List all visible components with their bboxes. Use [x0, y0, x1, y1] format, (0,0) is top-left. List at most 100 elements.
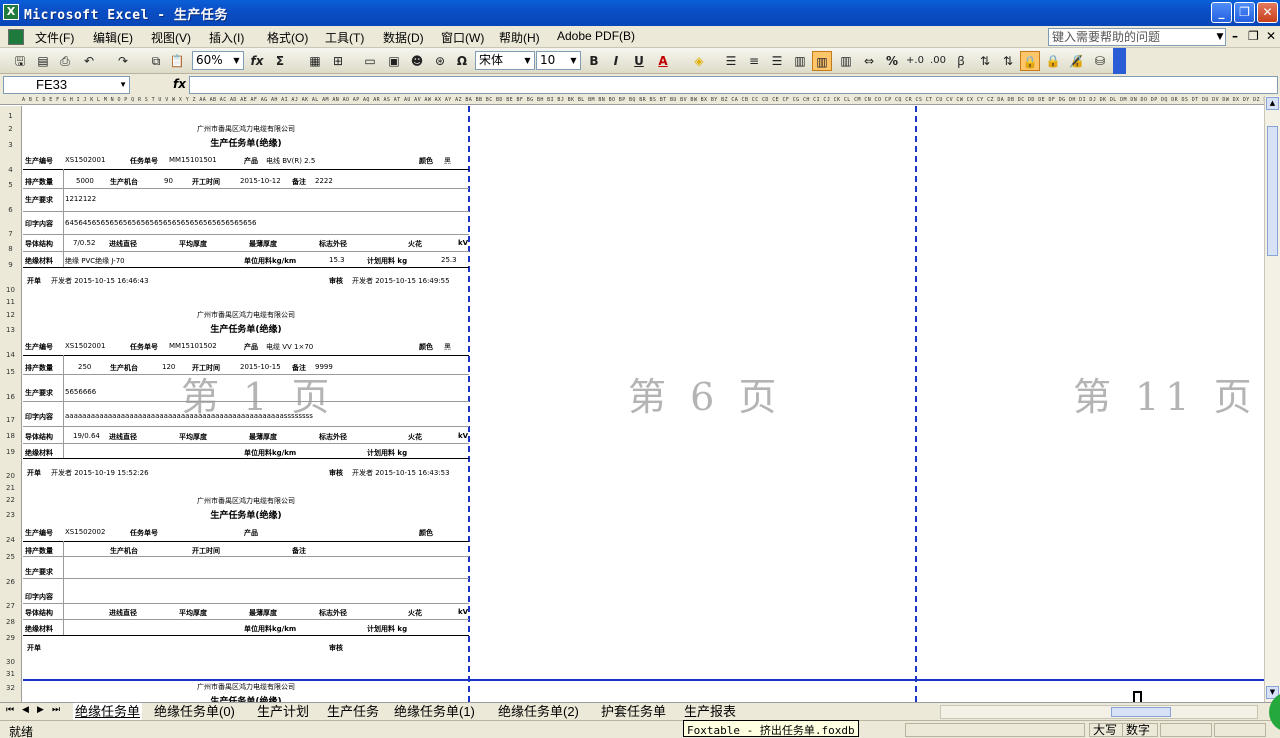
row-header[interactable]: 1 2 3 4 5 6 7 8 9 10 11 12 13 14 15 16 1…	[0, 106, 22, 702]
chevron-down-icon[interactable]: ▼	[1214, 28, 1226, 46]
sheet-tab[interactable]: 生产计划	[255, 703, 311, 720]
qty-value[interactable]: 5000	[76, 177, 94, 185]
bold-button[interactable]: B	[584, 51, 604, 71]
row-number[interactable]: 7	[0, 230, 21, 238]
close-button[interactable]: ✕	[1257, 2, 1278, 23]
row-number[interactable]: 26	[0, 578, 21, 586]
save-icon[interactable]: 🖫	[10, 51, 30, 71]
menu-edit[interactable]: 编辑(E)	[93, 29, 133, 46]
menu-tools[interactable]: 工具(T)	[325, 29, 364, 46]
percent-icon[interactable]: %	[882, 51, 902, 71]
note-value[interactable]: 2222	[315, 177, 333, 185]
align-left-icon[interactable]: ☰	[721, 51, 741, 71]
borders-icon[interactable]: ⊞	[328, 51, 348, 71]
machine-value[interactable]: 90	[164, 177, 173, 185]
chart-wizard-icon[interactable]: ▦	[305, 51, 325, 71]
product-value[interactable]: 电线 BV(R) 2.5	[266, 156, 315, 166]
row-number[interactable]: 30	[0, 658, 21, 666]
lock-icon[interactable]: 🔒	[1020, 51, 1040, 71]
distributed-icon[interactable]: ▥	[790, 51, 810, 71]
start-value[interactable]: 2015-10-12	[240, 177, 281, 185]
menu-format[interactable]: 格式(O)	[267, 29, 308, 46]
plan-use-value[interactable]: 25.3	[441, 256, 457, 264]
prod-no-value[interactable]: XS1502001	[65, 156, 105, 164]
note-value[interactable]: 9999	[315, 363, 333, 371]
vertical-scrollbar[interactable]: ▲ ▼	[1264, 96, 1280, 702]
column-header[interactable]: A B C D E F G H I J K L M N O P Q R S T …	[0, 96, 1264, 105]
insul-value[interactable]: 绝缘 PVC绝缘 J-70	[65, 256, 125, 266]
clipart-icon[interactable]: ☻	[407, 51, 427, 71]
fx-icon[interactable]: fx	[173, 77, 186, 91]
color-value[interactable]: 黑	[444, 342, 451, 352]
formula-input[interactable]	[189, 76, 1278, 94]
row-number[interactable]: 28	[0, 618, 21, 626]
paste-icon[interactable]: 📋	[167, 51, 187, 71]
copy-icon[interactable]: ⧉	[146, 51, 166, 71]
row-number[interactable]: 8	[0, 245, 21, 253]
menu-data[interactable]: 数据(D)	[383, 29, 424, 46]
fill-color-icon[interactable]: ◈	[689, 51, 709, 71]
row-number[interactable]: 24	[0, 536, 21, 544]
task-no-value[interactable]: MM15101502	[169, 342, 217, 350]
req-value[interactable]: 1212122	[65, 195, 96, 203]
row-number[interactable]: 14	[0, 351, 21, 359]
row-number[interactable]: 19	[0, 448, 21, 456]
phonetic-icon[interactable]: ꞵ	[951, 51, 971, 71]
font-color-icon[interactable]: A	[653, 51, 673, 71]
row-number[interactable]: 9	[0, 261, 21, 269]
doc-minimize-button[interactable]: –	[1232, 29, 1238, 43]
row-number[interactable]: 21	[0, 484, 21, 492]
font-name-select[interactable]: 宋体 ▼	[475, 51, 535, 70]
menu-help[interactable]: 帮助(H)	[499, 29, 540, 46]
indent-icon[interactable]: ▥	[836, 51, 856, 71]
row-number[interactable]: 6	[0, 206, 21, 214]
machine-value[interactable]: 120	[162, 363, 175, 371]
autosum-icon[interactable]: Σ	[270, 51, 290, 71]
prod-no-value[interactable]: XS1502001	[65, 342, 105, 350]
conductor-value[interactable]: 7/0.52	[73, 239, 95, 247]
sheet-tab[interactable]: 生产任务	[325, 703, 381, 720]
sheet-tab[interactable]: 生产报表	[682, 703, 738, 720]
scroll-thumb[interactable]	[1111, 707, 1171, 717]
insert-function-icon[interactable]: fx	[247, 51, 267, 71]
row-number[interactable]: 16	[0, 393, 21, 401]
name-box[interactable]: FE33 ▼	[3, 76, 130, 94]
req-value[interactable]: 5656666	[65, 388, 96, 396]
row-number[interactable]: 29	[0, 634, 21, 642]
share-icon[interactable]: ⛁	[1090, 51, 1110, 71]
minimize-button[interactable]: _	[1211, 2, 1232, 23]
permission-icon[interactable]: ▤	[33, 51, 53, 71]
symbol-icon[interactable]: Ω	[452, 51, 472, 71]
row-number[interactable]: 2	[0, 125, 21, 133]
hyperlink-icon[interactable]: ⊛	[430, 51, 450, 71]
restore-button[interactable]: ❐	[1234, 2, 1255, 23]
row-number[interactable]: 11	[0, 298, 21, 306]
row-number[interactable]: 25	[0, 553, 21, 561]
lock-cell-icon[interactable]: 🔒	[1043, 51, 1063, 71]
row-number[interactable]: 3	[0, 141, 21, 149]
menu-window[interactable]: 窗口(W)	[441, 29, 484, 46]
next-sheet-icon[interactable]: ▶	[37, 705, 44, 715]
print-icon[interactable]: ⎙	[55, 51, 75, 71]
toolbar-options-button[interactable]	[1113, 48, 1126, 74]
last-sheet-icon[interactable]: ⏭	[52, 705, 60, 715]
filter-icon[interactable]: ⇅	[998, 51, 1018, 71]
undo-icon[interactable]: ↶	[79, 51, 99, 71]
prev-sheet-icon[interactable]: ◀	[22, 705, 29, 715]
row-number[interactable]: 12	[0, 311, 21, 319]
print-value[interactable]: 6456456565656565656565656565656565656565…	[65, 219, 257, 227]
row-number[interactable]: 18	[0, 432, 21, 440]
underline-button[interactable]: U	[629, 51, 649, 71]
unit-use-value[interactable]: 15.3	[329, 256, 345, 264]
sheet-tab[interactable]: 绝缘任务单(1)	[392, 703, 477, 720]
conductor-value[interactable]: 19/0.64	[73, 432, 100, 440]
sheet-tab[interactable]: 护套任务单	[599, 703, 668, 720]
protect-icon[interactable]: 🔏	[1066, 51, 1086, 71]
row-number[interactable]: 22	[0, 496, 21, 504]
product-value[interactable]: 电缆 VV 1×70	[266, 342, 313, 352]
start-value[interactable]: 2015-10-15	[240, 363, 281, 371]
italic-button[interactable]: I	[606, 51, 626, 71]
row-number[interactable]: 31	[0, 670, 21, 678]
menu-adobe-pdf[interactable]: Adobe PDF(B)	[557, 29, 635, 43]
doc-restore-button[interactable]: ❐	[1248, 29, 1259, 43]
